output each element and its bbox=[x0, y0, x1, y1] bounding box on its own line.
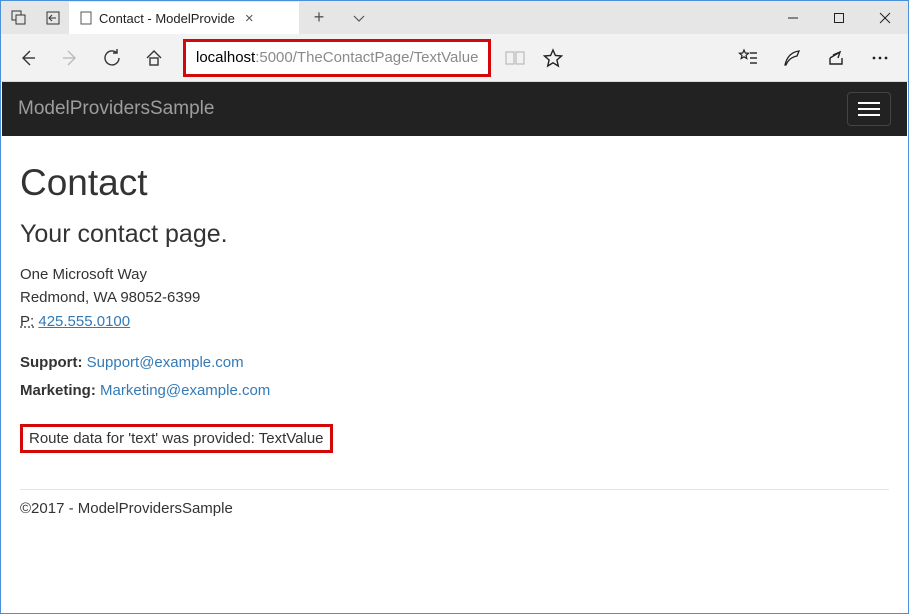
favorites-list-icon[interactable] bbox=[726, 38, 770, 78]
window-controls bbox=[770, 1, 908, 34]
address-block: One Microsoft Way Redmond, WA 98052-6399… bbox=[20, 263, 889, 333]
tab-page-icon bbox=[79, 11, 93, 25]
set-aside-tabs-icon[interactable] bbox=[35, 1, 69, 34]
page-subtitle: Your contact page. bbox=[20, 220, 889, 249]
reading-view-icon[interactable] bbox=[497, 38, 533, 78]
marketing-line: Marketing: Marketing@example.com bbox=[20, 377, 889, 406]
support-line: Support: Support@example.com bbox=[20, 349, 889, 378]
phone-link[interactable]: 425.555.0100 bbox=[38, 313, 130, 330]
favorite-star-icon[interactable] bbox=[535, 38, 571, 78]
forward-button[interactable] bbox=[49, 38, 91, 78]
tab-preview-icon[interactable] bbox=[1, 1, 35, 34]
address-line1: One Microsoft Way bbox=[20, 263, 889, 286]
minimize-button[interactable] bbox=[770, 1, 816, 34]
titlebar-left bbox=[1, 1, 69, 34]
page-container: Contact Your contact page. One Microsoft… bbox=[2, 136, 907, 531]
hamburger-bar bbox=[858, 108, 880, 110]
marketing-label: Marketing: bbox=[20, 382, 96, 399]
tab-actions-chevron-icon[interactable] bbox=[339, 1, 379, 34]
phone-abbr: P: bbox=[20, 313, 34, 330]
refresh-button[interactable] bbox=[91, 38, 133, 78]
tab-title: Contact - ModelProvide bbox=[99, 11, 235, 26]
maximize-button[interactable] bbox=[816, 1, 862, 34]
page-title: Contact bbox=[20, 162, 889, 204]
footer-divider bbox=[20, 489, 889, 490]
address-line2: Redmond, WA 98052-6399 bbox=[20, 286, 889, 309]
address-bar-highlight: localhost:5000/TheContactPage/TextValue bbox=[183, 39, 491, 77]
home-button[interactable] bbox=[133, 38, 175, 78]
address-path: :5000/TheContactPage/TextValue bbox=[255, 49, 478, 66]
support-label: Support: bbox=[20, 354, 82, 371]
page-footer: ©2017 - ModelProvidersSample bbox=[20, 500, 889, 531]
navbar-brand[interactable]: ModelProvidersSample bbox=[18, 98, 214, 120]
share-icon[interactable] bbox=[814, 38, 858, 78]
route-data-text: Route data for 'text' was provided: Text… bbox=[29, 430, 324, 447]
address-host: localhost bbox=[196, 49, 255, 66]
phone-line: P: 425.555.0100 bbox=[20, 310, 889, 333]
marketing-email[interactable]: Marketing@example.com bbox=[100, 382, 270, 399]
hamburger-bar bbox=[858, 114, 880, 116]
browser-tab[interactable]: Contact - ModelProvide × bbox=[69, 1, 299, 34]
toolbar-right bbox=[726, 38, 902, 78]
back-button[interactable] bbox=[7, 38, 49, 78]
page-viewport: ModelProvidersSample Contact Your contac… bbox=[2, 82, 907, 612]
more-icon[interactable] bbox=[858, 38, 902, 78]
address-bar-wrap: localhost:5000/TheContactPage/TextValue bbox=[183, 38, 571, 78]
new-tab-button[interactable]: + bbox=[299, 1, 339, 34]
close-window-button[interactable] bbox=[862, 1, 908, 34]
tab-close-icon[interactable]: × bbox=[245, 10, 254, 27]
site-navbar: ModelProvidersSample bbox=[2, 82, 907, 136]
notes-icon[interactable] bbox=[770, 38, 814, 78]
browser-titlebar: Contact - ModelProvide × + bbox=[1, 1, 908, 34]
browser-toolbar: localhost:5000/TheContactPage/TextValue bbox=[1, 34, 908, 82]
hamburger-bar bbox=[858, 102, 880, 104]
support-email[interactable]: Support@example.com bbox=[87, 354, 244, 371]
contacts-block: Support: Support@example.com Marketing: … bbox=[20, 349, 889, 406]
navbar-toggle-button[interactable] bbox=[847, 92, 891, 126]
address-bar[interactable]: localhost:5000/TheContactPage/TextValue bbox=[188, 44, 486, 72]
route-data-highlight: Route data for 'text' was provided: Text… bbox=[20, 424, 333, 453]
